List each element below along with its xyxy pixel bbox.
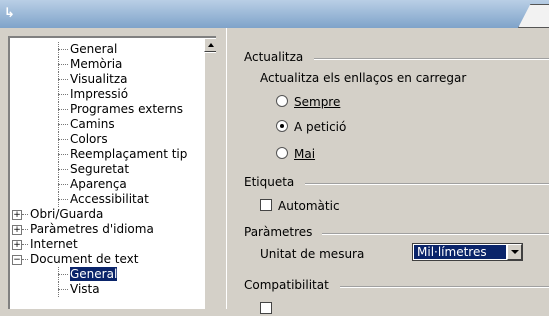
- tree-item[interactable]: Accessibilitat: [10, 192, 204, 207]
- openoffice-icon: ↳: [4, 6, 15, 21]
- tree-line: [58, 124, 68, 125]
- radio-label: Mai: [294, 147, 316, 161]
- section-compatibilitat: Compatibilitat: [244, 278, 329, 292]
- divider: [314, 58, 549, 60]
- tree-item[interactable]: Camins: [10, 117, 204, 132]
- options-tree: General Memòria Visualitza Impressió Program…: [8, 36, 216, 309]
- tree-line: [58, 169, 68, 170]
- radio-button[interactable]: [276, 120, 288, 132]
- tree-line: [22, 214, 28, 215]
- tree-item-label: Obri/Guarda: [30, 207, 104, 221]
- tree-line: [22, 259, 28, 260]
- tree-item-label: Impressió: [70, 87, 129, 101]
- tree-line: [58, 199, 68, 200]
- tree-scrollbar[interactable]: [204, 38, 216, 309]
- unit-select[interactable]: Mil·límetres: [412, 243, 523, 261]
- tree-line: [58, 184, 68, 185]
- radio-label: Sempre: [294, 95, 341, 109]
- general-settings-panel: Actualitza Actualitza els enllaços en ca…: [228, 36, 549, 314]
- expand-icon[interactable]: +: [12, 240, 22, 250]
- tree-item[interactable]: Seguretat: [10, 162, 204, 177]
- collapse-icon[interactable]: −: [12, 255, 22, 265]
- tree-item[interactable]: General: [10, 42, 204, 57]
- tree-item-label: Accessibilitat: [70, 192, 149, 206]
- radio-a-peticio[interactable]: A petició: [276, 120, 346, 134]
- radio-mai[interactable]: Mai: [276, 147, 315, 161]
- checkbox[interactable]: [260, 302, 272, 314]
- unit-label: Unitat de mesura: [260, 247, 365, 261]
- tree-item[interactable]: + Obri/Guarda: [10, 207, 204, 222]
- tree-item-label: Paràmetres d'idioma: [30, 222, 154, 236]
- tree-line: [58, 154, 68, 155]
- section-etiqueta: Etiqueta: [244, 175, 295, 189]
- tree-item-label: Colors: [70, 132, 108, 146]
- divider: [322, 233, 549, 235]
- title-bar: ↳: [0, 0, 549, 29]
- tree-line: [22, 244, 28, 245]
- tree-line: [58, 109, 68, 110]
- tree-line: [58, 94, 68, 95]
- tree-line: [58, 49, 68, 50]
- checkbox-label: Automàtic: [278, 199, 340, 213]
- expand-icon[interactable]: +: [12, 210, 22, 220]
- tree-item[interactable]: + Internet: [10, 237, 204, 252]
- divider: [340, 286, 549, 288]
- tree-item[interactable]: Visualitza: [10, 72, 204, 87]
- checkbox[interactable]: [260, 199, 272, 211]
- tree-line: [58, 79, 68, 80]
- tree-item[interactable]: Reemplaçament tip: [10, 147, 204, 162]
- radio-label: A petició: [294, 120, 347, 134]
- tree-item-label: General: [70, 42, 118, 56]
- radio-sempre[interactable]: Sempre: [276, 95, 340, 109]
- scroll-thumb[interactable]: [204, 52, 216, 309]
- tree-item-label: General: [70, 267, 118, 281]
- tree-line: [58, 139, 68, 140]
- tree-item-label: Camins: [70, 117, 115, 131]
- tree-item-label: Aparença: [70, 177, 127, 191]
- expand-icon[interactable]: +: [12, 225, 22, 235]
- tree-list: General Memòria Visualitza Impressió Program…: [10, 42, 204, 297]
- scroll-up-button[interactable]: [204, 38, 216, 52]
- tree-line: [58, 274, 68, 275]
- chevron-down-icon[interactable]: [507, 244, 522, 260]
- compat-checkbox[interactable]: [260, 302, 278, 316]
- update-links-label: Actualitza els enllaços en carregar: [260, 71, 467, 85]
- tree-item-label: Internet: [30, 237, 78, 251]
- tree-item[interactable]: + Paràmetres d'idioma: [10, 222, 204, 237]
- radio-button[interactable]: [276, 147, 288, 159]
- tree-item[interactable]: Vista: [10, 282, 204, 297]
- divider: [305, 183, 549, 185]
- section-parametres: Paràmetres: [244, 225, 313, 239]
- tree-line: [58, 289, 68, 290]
- tree-item[interactable]: General: [10, 267, 204, 282]
- tree-item-label: Visualitza: [70, 72, 128, 86]
- tree-item[interactable]: Impressió: [10, 87, 204, 102]
- section-actualitza: Actualitza: [244, 50, 304, 64]
- tree-item-label: Programes externs: [70, 102, 184, 116]
- tree-item[interactable]: Colors: [10, 132, 204, 147]
- tree-item[interactable]: Aparença: [10, 177, 204, 192]
- radio-button[interactable]: [276, 95, 288, 107]
- tree-item-label: Vista: [70, 282, 100, 296]
- tree-line: [58, 64, 68, 65]
- tree-item[interactable]: − Document de text: [10, 252, 204, 267]
- title-tab[interactable]: [518, 4, 549, 28]
- unit-select-value: Mil·límetres: [414, 245, 506, 259]
- tree-item-label: Document de text: [30, 252, 139, 266]
- tree-item[interactable]: Programes externs: [10, 102, 204, 117]
- tree-item-label: Seguretat: [70, 162, 130, 176]
- tree-item[interactable]: Memòria: [10, 57, 204, 72]
- checkbox-automatic[interactable]: Automàtic: [260, 199, 340, 213]
- tree-item-label: Memòria: [70, 57, 123, 71]
- options-dialog: General Memòria Visualitza Impressió Program…: [0, 28, 549, 314]
- tree-line: [22, 229, 28, 230]
- tree-item-label: Reemplaçament tip: [70, 147, 188, 161]
